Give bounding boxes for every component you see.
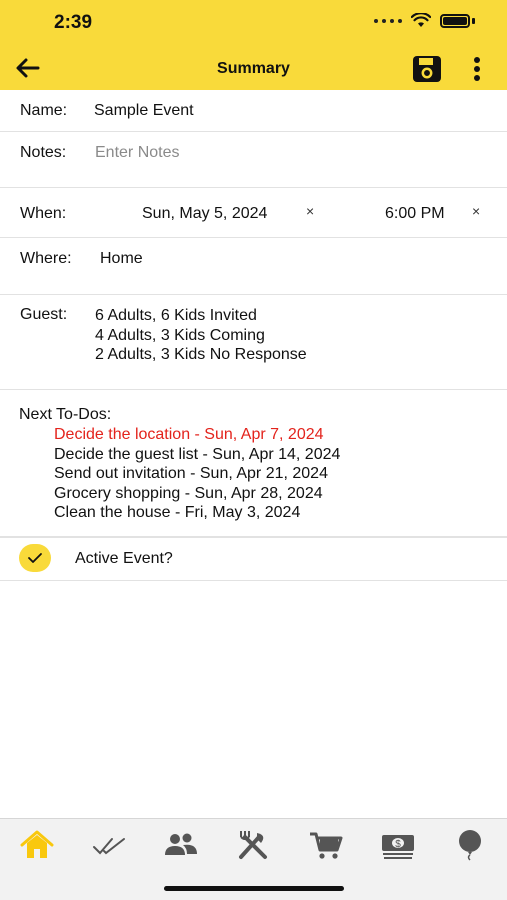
clear-date-button[interactable]: ×: [306, 203, 314, 219]
todo-list: Decide the location - Sun, Apr 7, 2024 D…: [54, 425, 340, 523]
clear-time-button[interactable]: ×: [472, 203, 480, 219]
balloon-icon[interactable]: [452, 829, 488, 861]
svg-text:$: $: [395, 839, 401, 850]
todos-row[interactable]: Next To-Dos: Decide the location - Sun, …: [0, 390, 507, 537]
where-row: Where: Home: [0, 238, 507, 295]
home-icon[interactable]: [19, 829, 55, 861]
cart-icon[interactable]: [308, 829, 344, 861]
todo-item: Clean the house - Fri, May 3, 2024: [54, 504, 301, 521]
active-event-row: Active Event?: [0, 537, 507, 581]
guest-row[interactable]: Guest: 6 Adults, 6 Kids Invited 4 Adults…: [0, 295, 507, 390]
active-event-label: Active Event?: [75, 550, 173, 567]
date-field[interactable]: Sun, May 5, 2024: [142, 205, 267, 223]
todos-label: Next To-Dos:: [19, 406, 112, 423]
guest-label: Guest:: [20, 306, 68, 323]
todo-item: Grocery shopping - Sun, Apr 28, 2024: [54, 484, 323, 502]
when-row: When: Sun, May 5, 2024 × 6:00 PM ×: [0, 188, 507, 238]
name-label: Name:: [20, 102, 68, 119]
todo-item: Decide the guest list - Sun, Apr 14, 202…: [54, 445, 341, 463]
name-row: Name: Sample Event: [0, 90, 507, 132]
guest-summary: 6 Adults, 6 Kids Invited 4 Adults, 3 Kid…: [95, 306, 307, 365]
home-indicator: [164, 886, 344, 891]
top-bar: 2:39 Summary: [0, 0, 507, 90]
battery-icon: [440, 13, 470, 28]
status-time: 2:39: [54, 12, 93, 33]
notes-field[interactable]: Enter Notes: [95, 144, 179, 162]
double-check-icon[interactable]: [91, 829, 127, 861]
battery-cap: [472, 17, 475, 24]
where-label: Where:: [20, 250, 72, 267]
guest-invited: 6 Adults, 6 Kids Invited: [95, 307, 257, 324]
wifi-icon: [411, 13, 431, 27]
guest-no-response: 2 Adults, 3 Kids No Response: [95, 346, 307, 363]
signal-icon: [374, 18, 402, 23]
when-label: When:: [20, 205, 67, 222]
more-vertical-icon[interactable]: [469, 56, 485, 82]
fork-knife-icon[interactable]: [235, 829, 271, 861]
checkmark-icon: [28, 553, 42, 563]
status-icons: [374, 13, 475, 28]
todo-item: Decide the location - Sun, Apr 7, 2024: [54, 426, 324, 443]
money-icon[interactable]: $: [380, 829, 416, 861]
where-field[interactable]: Home: [100, 250, 143, 268]
notes-row: Notes: Enter Notes: [0, 132, 507, 188]
name-field[interactable]: Sample Event: [94, 102, 194, 120]
save-icon[interactable]: [412, 55, 442, 83]
guest-coming: 4 Adults, 3 Kids Coming: [95, 326, 265, 344]
people-icon[interactable]: [163, 829, 199, 861]
notes-label: Notes:: [20, 144, 67, 161]
todo-item: Send out invitation - Sun, Apr 21, 2024: [54, 465, 328, 482]
active-event-checkbox[interactable]: [19, 544, 51, 572]
time-field[interactable]: 6:00 PM: [385, 205, 445, 223]
